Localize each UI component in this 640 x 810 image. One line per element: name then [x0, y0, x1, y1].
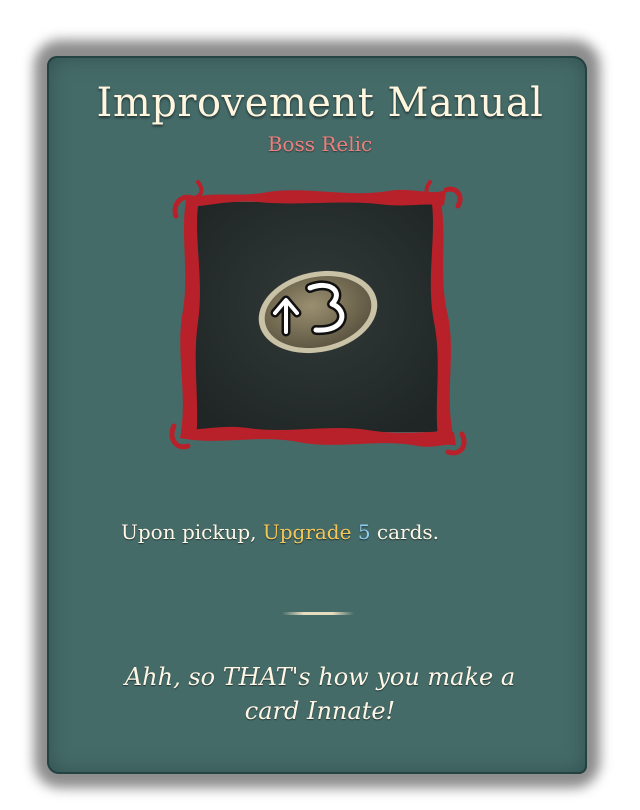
relic-description: Upon pickup, Upgrade 5 cards. — [121, 520, 439, 544]
relic-image-frame — [168, 176, 468, 460]
flavor-line-2: card Innate! — [244, 697, 396, 725]
upgrade-keyword: Upgrade — [262, 520, 352, 544]
relic-title: Improvement Manual — [96, 80, 544, 126]
relic-flavor-text: Ahh, so THAT's how you make a card Innat… — [120, 660, 520, 728]
description-prefix: Upon pickup, — [121, 520, 263, 544]
relic-frame-graphic — [169, 180, 467, 456]
description-suffix: cards. — [370, 520, 440, 544]
upgrade-amount: 5 — [357, 520, 371, 544]
relic-tier: Boss Relic — [267, 132, 373, 156]
flavor-line-1: Ahh, so THAT's how you make a — [124, 663, 516, 691]
section-divider — [282, 612, 354, 615]
